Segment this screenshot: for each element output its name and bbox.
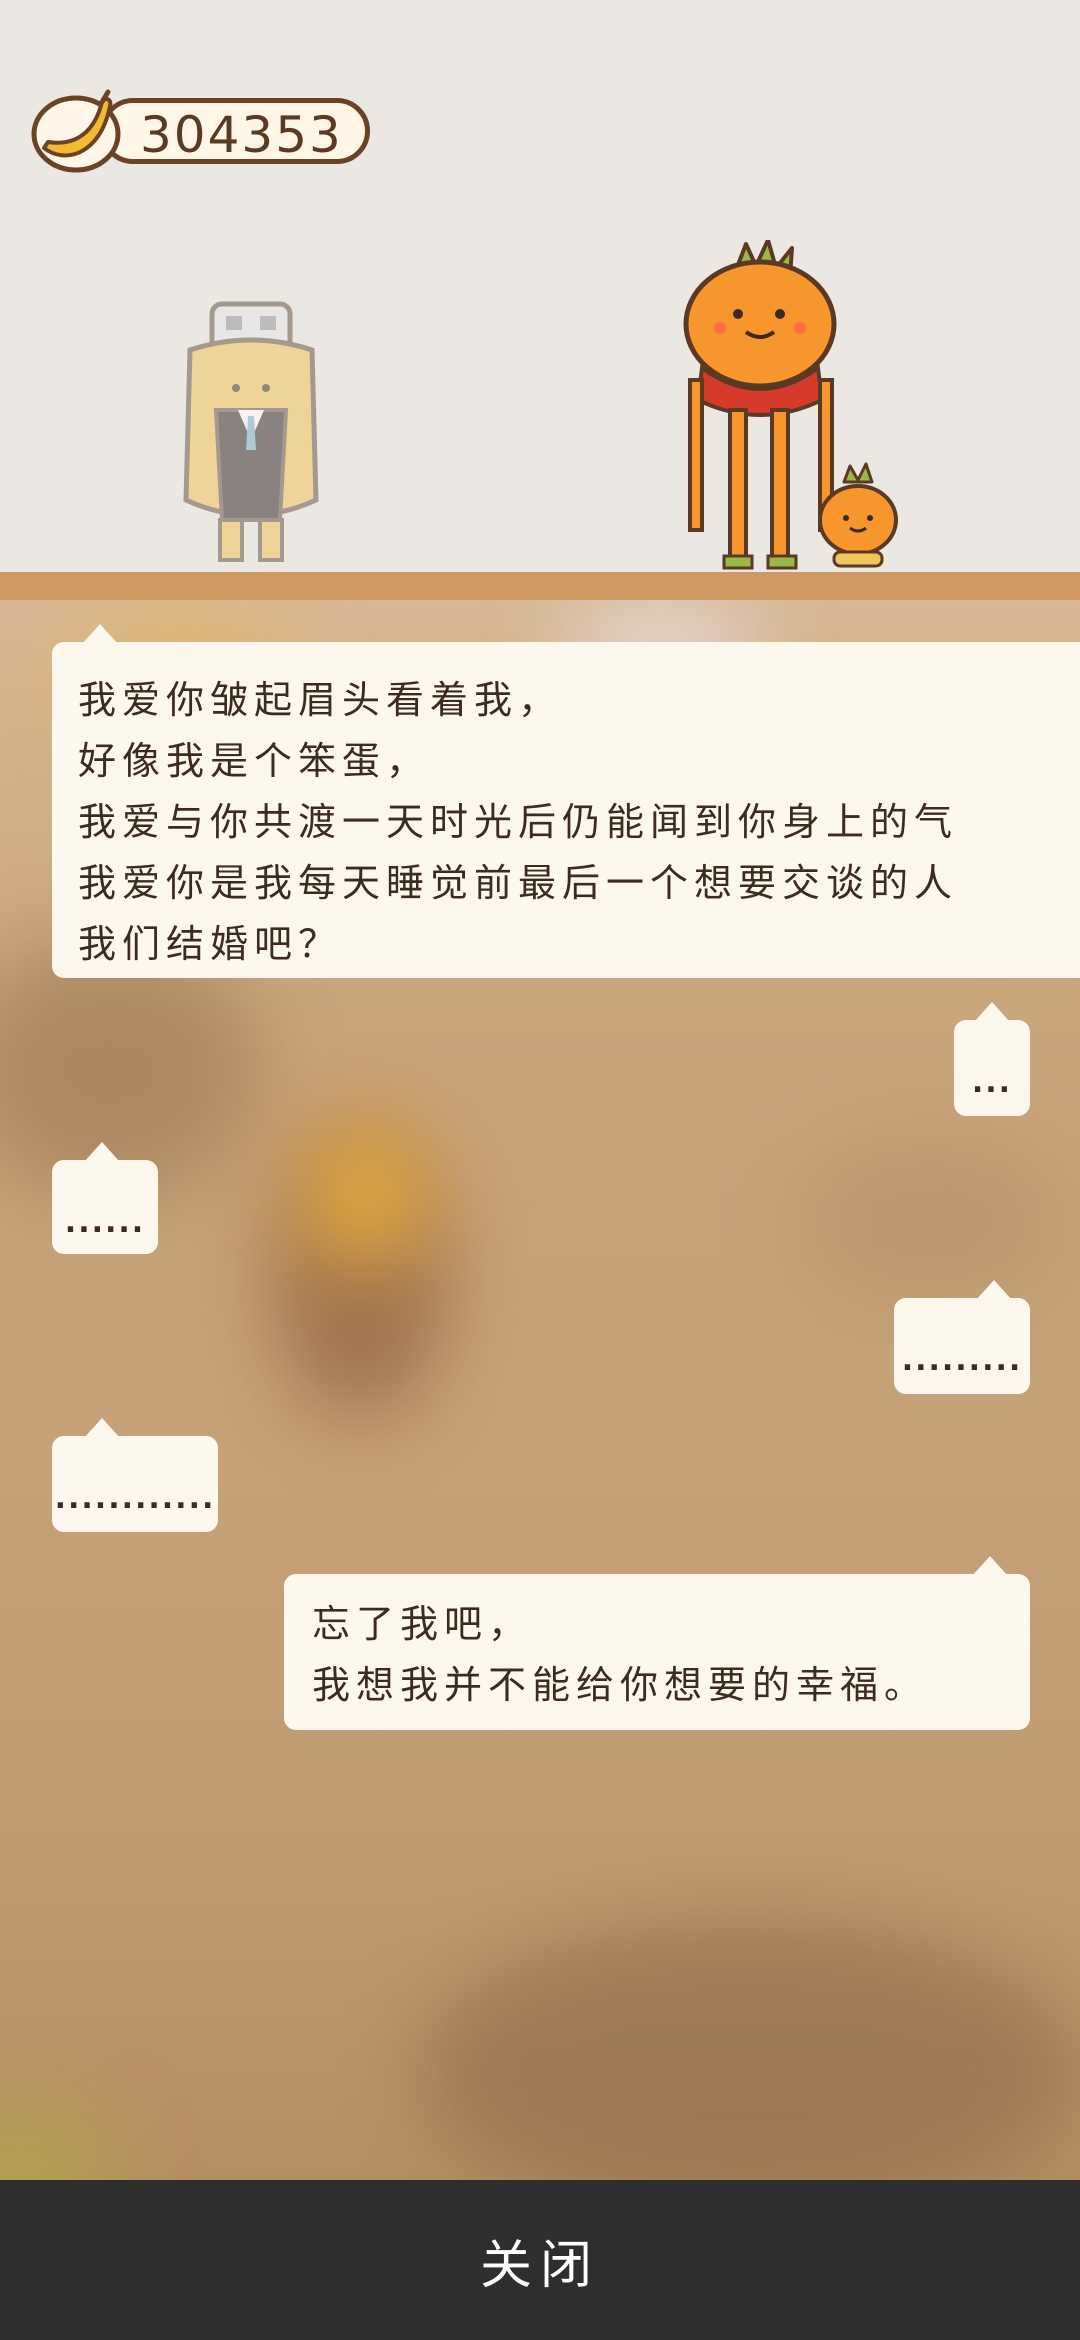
- banana-icon: [31, 89, 121, 173]
- ground-strip: [0, 572, 1080, 600]
- dialog-bubble-left: ......: [52, 1142, 158, 1254]
- bubble-tail: [976, 1280, 1012, 1300]
- dialog-bubble-right: 忘了我吧， 我想我并不能给你想要的幸福。: [284, 1556, 1030, 1730]
- dialog-line: 我爱你是我每天睡觉前最后一个想要交谈的人: [78, 861, 959, 905]
- dialog-dots: .........: [901, 1343, 1023, 1378]
- bubble-tail: [974, 1002, 1010, 1022]
- dialog-bubble-right: .........: [894, 1280, 1030, 1394]
- businessman-character[interactable]: [176, 300, 326, 570]
- dialog-bubble-left: ............: [52, 1418, 218, 1532]
- bubble-tail: [84, 1142, 120, 1162]
- dialog-line: 好像我是个笨蛋，: [78, 739, 431, 783]
- game-scene: 304353: [0, 0, 1080, 574]
- dialog-bubble-left: 我爱你皱起眉头看着我， 好像我是个笨蛋， 我爱与你共渡一天时光后仍能闻到你身上的…: [52, 624, 1080, 978]
- small-orange-character[interactable]: [814, 462, 904, 570]
- bubble-tail: [84, 1418, 120, 1438]
- close-button[interactable]: 关闭: [0, 2180, 1080, 2340]
- dialog-line: 我想我并不能给你想要的幸福。: [312, 1663, 929, 1707]
- dialog-dots: ...: [971, 1065, 1013, 1100]
- dialog-dots: ............: [54, 1481, 216, 1516]
- dialog-line: 我们结婚吧？: [78, 922, 343, 966]
- dialog-bubble-right: ...: [954, 1002, 1030, 1116]
- coin-value: 304353: [140, 106, 343, 164]
- bubble-tail: [82, 624, 118, 644]
- dialog-dots: ......: [64, 1205, 146, 1240]
- bottom-bar: 关闭: [0, 2180, 1080, 2340]
- dialog-line: 我爱你皱起眉头看着我，: [78, 678, 563, 722]
- dialog-line: 忘了我吧，: [312, 1602, 533, 1646]
- coin-counter: 304353: [30, 86, 374, 173]
- dialog-line: 我爱与你共渡一天时光后仍能闻到你身上的气: [78, 800, 959, 844]
- bubble-tail: [972, 1556, 1008, 1576]
